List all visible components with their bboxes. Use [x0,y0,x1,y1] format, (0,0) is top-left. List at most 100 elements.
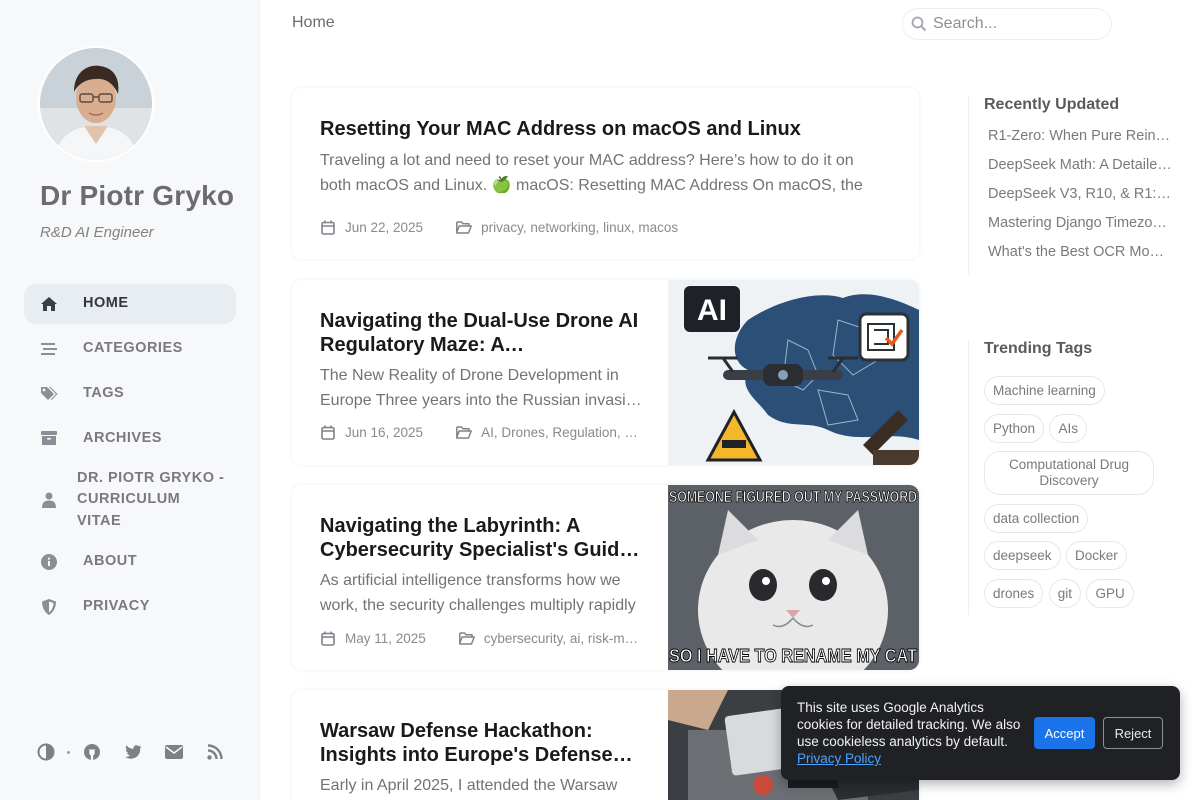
post-card[interactable]: Navigating the Dual-Use Drone AI Regulat… [292,280,919,465]
calendar-icon [320,630,336,646]
tag[interactable]: Docker [1066,541,1127,570]
folder-open-icon [458,630,475,646]
recently-updated-item[interactable]: DeepSeek Math: A Detailed Look [984,151,1172,180]
ai-badge-text: AI [697,294,727,327]
site-title[interactable]: Dr Piotr Gryko [40,180,234,212]
shield-icon [40,598,58,616]
tag[interactable]: deepseek [984,541,1061,570]
post-title-text: Navigating the Dual-Use Drone AI Regulat… [320,310,639,356]
archive-icon [40,429,58,447]
recently-updated-item[interactable]: R1-Zero: When Pure Reinforcement Learnin… [984,122,1172,151]
post-excerpt-text: The New Reality of Drone Development in … [320,367,644,409]
post-categories[interactable]: cybersecurity, ai, risk-management [484,631,640,646]
post-title[interactable]: Navigating the Dual-Use Drone AI Regulat… [320,309,645,357]
post-date: May 11, 2025 [345,630,426,646]
post-preview-image: AI [668,280,919,465]
tag[interactable]: drones [984,578,1044,608]
sidebar-nav: HOME CATEGORIES TAGS ARCHIVES DR. PIOTR … [24,284,236,632]
tag[interactable]: Python [984,413,1045,443]
post-excerpt: Traveling a lot and need to reset your M… [320,152,863,194]
recently-updated-item[interactable]: What's the Best OCR Model? [984,238,1172,267]
sidebar: Dr Piotr Gryko R&D AI Engineer HOME CATE… [0,0,260,800]
recently-updated-item[interactable]: DeepSeek V3, R10, & R1: A Comparison [984,180,1172,209]
post-excerpt: The New Reality of Drone Development in … [320,363,645,413]
post-meta: Jun 16, 2025 AI, Drones, Regulation, Def… [320,424,640,440]
nav-label: TAGS [83,384,125,401]
github-icon[interactable] [80,740,104,764]
tag[interactable]: AIs [1049,413,1087,443]
post-categories[interactable]: AI, Drones, Regulation, Defense [481,425,639,440]
sidebar-bottom [34,740,244,764]
tag[interactable]: Computational Drug Discovery [984,451,1154,495]
nav-item-archives[interactable]: ARCHIVES [24,418,236,458]
meme-bottom-text: SO I HAVE TO RENAME MY CAT [669,646,917,666]
recently-updated-panel: Recently Updated R1-Zero: When Pure Rein… [968,96,1188,274]
nav-label: PRIVACY [83,598,150,615]
folder-open-icon [456,219,473,235]
post-excerpt: As artificial intelligence transforms ho… [320,568,645,618]
search-icon [911,16,927,32]
post-meta: May 11, 2025 cybersecurity, ai, risk-man… [320,630,640,646]
cookie-banner: This site uses Google Analytics cookies … [781,686,1180,780]
topbar: Home [260,0,1200,48]
post-title-text: Navigating the Labyrinth: A Cybersecurit… [320,515,631,561]
tag[interactable]: GPU [1086,578,1134,608]
nav-label: HOME [83,295,129,312]
tag-list: Machine learning Python AIs Computationa… [984,376,1189,616]
post-date: Jun 16, 2025 [345,424,424,440]
separator-dot [67,750,70,754]
recently-updated-heading: Recently Updated [984,96,1120,113]
nav-item-categories[interactable]: CATEGORIES [24,329,236,369]
tags-icon [40,385,58,403]
post-date: Jun 22, 2025 [345,219,424,235]
privacy-policy-link[interactable]: Privacy Policy [797,751,881,766]
calendar-icon [320,424,336,440]
accept-button[interactable]: Accept [1034,717,1095,749]
email-icon[interactable] [162,740,186,764]
nav-item-cv[interactable]: DR. PIOTR GRYKO - CURRICULUM VITAE [24,463,236,537]
tag[interactable]: git [1048,578,1081,608]
stream-icon [40,340,58,358]
folder-open-icon [456,424,473,440]
rss-icon[interactable] [203,740,227,764]
reject-button[interactable]: Reject [1103,717,1163,749]
cookie-message: This site uses Google Analytics cookies … [797,700,1021,749]
theme-toggle-icon[interactable] [34,740,58,764]
post-card[interactable]: Resetting Your MAC Address on macOS and … [292,88,919,259]
search-box[interactable] [902,8,1112,40]
post-title[interactable]: Warsaw Defense Hackathon: Insights into … [320,719,645,767]
tag[interactable]: Machine learning [984,376,1105,405]
post-preview-image: SOMEONE FIGURED OUT MY PASSWORD SO I HAV… [668,485,919,670]
twitter-icon[interactable] [121,740,145,764]
post-excerpt-text: As artificial intelligence transforms ho… [320,572,636,614]
avatar[interactable] [40,48,152,160]
nav-label: CATEGORIES [83,340,183,357]
breadcrumb: Home [292,14,335,31]
nav-label: ARCHIVES [83,429,162,446]
post-title[interactable]: Resetting Your MAC Address on macOS and … [320,117,900,141]
post-card[interactable]: Navigating the Labyrinth: A Cybersecurit… [292,485,919,670]
trending-tags-heading: Trending Tags [984,340,1093,357]
nav-item-home[interactable]: HOME [24,284,236,324]
nav-item-about[interactable]: ABOUT [24,542,236,582]
info-circle-icon [40,553,58,571]
calendar-icon [320,219,336,235]
tag[interactable]: data collection [984,503,1089,533]
search-input[interactable] [933,15,1103,33]
nav-item-privacy[interactable]: PRIVACY [24,587,236,627]
nav-label: ABOUT [83,553,138,570]
post-title-text: Warsaw Defense Hackathon: Insights into … [320,720,613,766]
recently-updated-item[interactable]: Mastering Django Timezones [984,209,1172,238]
home-icon [40,295,58,313]
nav-label: DR. PIOTR GRYKO - CURRICULUM VITAE [77,469,225,529]
post-excerpt: Early in April 2025, I attended the Wars… [320,777,618,794]
cookie-text: This site uses Google Analytics cookies … [797,699,1027,767]
nav-item-tags[interactable]: TAGS [24,374,236,414]
user-icon [40,491,58,509]
meme-top-text: SOMEONE FIGURED OUT MY PASSWORD [669,489,917,506]
post-title[interactable]: Navigating the Labyrinth: A Cybersecurit… [320,514,645,562]
post-categories[interactable]: privacy, networking, linux, macos [481,220,678,235]
trending-tags-panel: Trending Tags Machine learning Python AI… [968,340,1188,615]
post-meta: Jun 22, 2025 privacy, networking, linux,… [320,219,678,235]
site-subtitle: R&D AI Engineer [40,224,154,241]
